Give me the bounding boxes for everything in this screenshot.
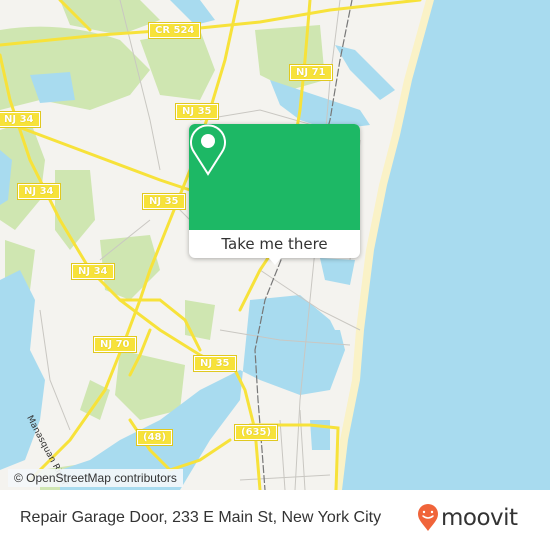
brand-name: moovit: [441, 505, 518, 531]
popup-pointer: [268, 257, 282, 265]
map[interactable]: CR 524 NJ 71 NJ 35 NJ 34 NJ 34 NJ 35 NJ …: [0, 0, 550, 490]
road-label-nj35: NJ 35: [193, 355, 237, 372]
road-label-nj35: NJ 35: [142, 193, 186, 210]
footer: Repair Garage Door, 233 E Main St, New Y…: [0, 490, 550, 550]
road-label-nj34: NJ 34: [0, 111, 41, 128]
moovit-pin-icon: [418, 504, 438, 531]
road-label-48: (48): [135, 429, 174, 446]
road-label-nj34: NJ 34: [17, 183, 61, 200]
location-popup: Take me there: [189, 124, 360, 265]
moovit-logo[interactable]: moovit: [417, 504, 518, 532]
road-label-635: (635): [233, 424, 279, 441]
road-label-nj70: NJ 70: [93, 336, 137, 353]
popup-header: [189, 124, 360, 230]
road-label-nj71: NJ 71: [289, 64, 333, 81]
road-label-nj35: NJ 35: [175, 103, 219, 120]
map-attribution[interactable]: © OpenStreetMap contributors: [8, 469, 183, 487]
location-pin-icon: [190, 124, 226, 176]
take-me-there-button[interactable]: Take me there: [189, 230, 360, 258]
road-label-cr524: CR 524: [147, 22, 202, 39]
road-label-nj34: NJ 34: [71, 263, 115, 280]
place-title: Repair Garage Door, 233 E Main St, New Y…: [20, 509, 382, 526]
